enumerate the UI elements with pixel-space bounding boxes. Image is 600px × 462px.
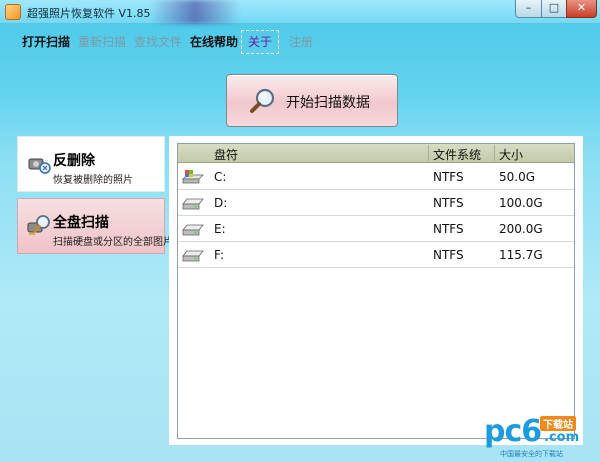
drive-size: 100.0G: [499, 196, 543, 210]
close-button[interactable]: ✕: [566, 0, 597, 18]
app-icon: [5, 4, 21, 20]
column-divider: [494, 145, 495, 161]
magnifier-icon: [250, 88, 275, 113]
minimize-button[interactable]: –: [515, 0, 542, 18]
watermark-domain: .com: [544, 430, 580, 445]
drive-filesystem: NTFS: [433, 170, 464, 184]
table-row[interactable]: E: NTFS 200.0G: [178, 216, 574, 242]
content-panel: 盘符 文件系统 大小 C: NTFS 50.0G D: NTFS 100.0G …: [169, 136, 583, 445]
watermark-subtitle: 中国最安全的下载站: [500, 450, 563, 458]
drive-filesystem: NTFS: [433, 222, 464, 236]
watermark-badge: 下载站: [540, 416, 576, 431]
header-drive[interactable]: 盘符: [214, 146, 238, 163]
system-drive-icon: [182, 170, 204, 184]
drive-icon: [182, 224, 204, 236]
mode-full-scan-desc: 扫描硬盘或分区的全部图片: [53, 237, 173, 248]
mode-panel: 反删除 恢复被删除的照片 全盘扫描 扫描硬盘或分区的全部图片: [17, 136, 173, 256]
title-bar-decoration: [150, 0, 240, 24]
header-size[interactable]: 大小: [499, 146, 523, 163]
drive-letter: D:: [214, 196, 228, 210]
maximize-button[interactable]: □: [541, 0, 567, 18]
pc6-watermark: pc6 下载站 .com 中国最安全的下载站: [484, 412, 594, 458]
disk-scan-icon: [27, 215, 50, 235]
drive-letter: C:: [214, 170, 227, 184]
menu-find-file[interactable]: 查找文件: [134, 30, 182, 54]
drive-filesystem: NTFS: [433, 248, 464, 262]
menu-online-help[interactable]: 在线帮助: [190, 30, 238, 54]
drive-size: 200.0G: [499, 222, 543, 236]
menu-register[interactable]: 注册: [289, 30, 313, 54]
drive-icon: [182, 198, 204, 210]
mode-full-scan-title: 全盘扫描: [53, 215, 109, 231]
drive-size: 50.0G: [499, 170, 536, 184]
menu-open-scan[interactable]: 打开扫描: [22, 30, 70, 54]
table-row[interactable]: D: NTFS 100.0G: [178, 190, 574, 216]
watermark-brand: pc6: [484, 414, 542, 449]
drive-icon: [182, 250, 204, 262]
drive-letter: F:: [214, 248, 225, 262]
start-scan-label: 开始扫描数据: [286, 95, 370, 111]
title-bar: 超强照片恢复软件 V1.85 – □ ✕: [0, 0, 600, 24]
window-title: 超强照片恢复软件 V1.85: [27, 7, 151, 20]
menu-rescan[interactable]: 重新扫描: [78, 30, 126, 54]
mode-undelete-desc: 恢复被删除的照片: [53, 175, 133, 186]
mode-undelete-title: 反删除: [53, 153, 95, 169]
start-scan-button[interactable]: 开始扫描数据: [226, 74, 398, 127]
menu-about[interactable]: 关于: [241, 30, 280, 54]
table-row[interactable]: F: NTFS 115.7G: [178, 242, 574, 268]
column-divider: [428, 145, 429, 161]
header-filesystem[interactable]: 文件系统: [433, 146, 481, 163]
mode-full-scan[interactable]: 全盘扫描 扫描硬盘或分区的全部图片: [17, 198, 173, 254]
drive-size: 115.7G: [499, 248, 543, 262]
drive-letter: E:: [214, 222, 226, 236]
drive-table: 盘符 文件系统 大小 C: NTFS 50.0G D: NTFS 100.0G …: [177, 143, 575, 439]
drive-filesystem: NTFS: [433, 196, 464, 210]
mode-undelete[interactable]: 反删除 恢复被删除的照片: [17, 136, 165, 192]
table-row[interactable]: C: NTFS 50.0G: [178, 164, 574, 190]
table-header: 盘符 文件系统 大小: [178, 144, 574, 163]
undelete-icon: [28, 158, 51, 174]
